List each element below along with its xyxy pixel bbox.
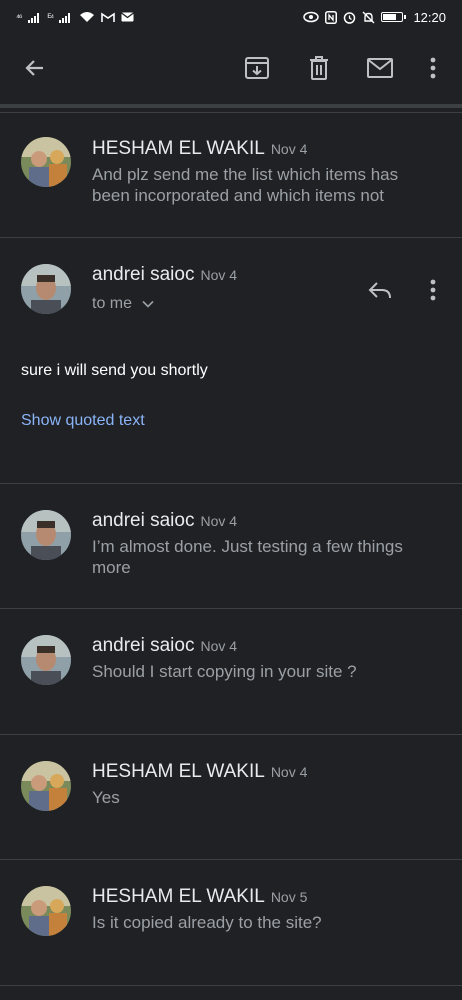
wifi-icon xyxy=(80,12,95,22)
sender-row: andrei saioc Nov 4 xyxy=(92,264,237,286)
signal-bars-icon-2 xyxy=(59,12,71,23)
avatar xyxy=(21,761,71,811)
status-bar: ⁴⁶ ᴱ⁴ 12:20 xyxy=(0,0,462,34)
message-collapsed[interactable]: andrei saioc Nov 4 I’m almost done. Just … xyxy=(0,484,462,609)
message-snippet: Yes xyxy=(92,788,120,807)
more-options-button[interactable] xyxy=(419,54,447,82)
sender-name: andrei saioc xyxy=(92,510,195,531)
avatar-image xyxy=(21,635,71,685)
message-body: sure i will send you shortly xyxy=(21,362,208,379)
message-expanded: andrei saioc Nov 4 to me sure i will send… xyxy=(0,238,462,484)
delete-button[interactable] xyxy=(305,54,333,82)
avatar xyxy=(21,264,71,314)
more-vert-icon xyxy=(430,57,436,79)
message-snippet: Is it copied already to the site? xyxy=(92,913,322,932)
sender-name: andrei saioc xyxy=(92,635,195,656)
sender-row: andrei saioc Nov 4 xyxy=(92,635,237,657)
notifications-off-icon xyxy=(362,11,375,23)
more-vert-icon xyxy=(430,279,436,301)
toolbar xyxy=(0,34,462,104)
message-icon xyxy=(121,12,135,22)
message-date: Nov 5 xyxy=(270,889,308,905)
message-date: Nov 4 xyxy=(200,638,238,654)
back-button[interactable] xyxy=(21,54,49,82)
message-date: Nov 4 xyxy=(200,513,238,529)
avatar xyxy=(21,886,71,936)
gmail-icon xyxy=(101,12,115,22)
chevron-down-icon xyxy=(142,300,155,308)
message-collapsed[interactable]: andrei saioc Nov 4 Should I start copying… xyxy=(0,609,462,735)
avatar-image xyxy=(21,886,71,936)
recipients-toggle[interactable]: to me xyxy=(92,295,155,313)
archive-icon xyxy=(245,57,269,79)
sender-row: andrei saioc Nov 4 xyxy=(92,510,237,532)
avatar-image xyxy=(21,137,71,187)
avatar-image xyxy=(21,510,71,560)
sender-name: HESHAM EL WAKIL xyxy=(92,886,265,907)
sender-name: HESHAM EL WAKIL xyxy=(92,138,265,159)
message-collapsed[interactable]: HESHAM EL WAKIL Nov 4 And plz send me the… xyxy=(0,113,462,238)
message-snippet: I’m almost done. Just testing a few thin… xyxy=(92,537,403,577)
avatar xyxy=(21,635,71,685)
mail-icon xyxy=(367,58,393,78)
mark-unread-button[interactable] xyxy=(366,54,394,82)
avatar-image xyxy=(21,264,71,314)
message-date: Nov 4 xyxy=(200,267,238,283)
battery-icon xyxy=(381,12,407,22)
archive-button[interactable] xyxy=(243,54,271,82)
sender-name: andrei saioc xyxy=(92,264,195,285)
clock-time: 12:20 xyxy=(413,9,446,25)
avatar xyxy=(21,510,71,560)
avatar-image xyxy=(21,761,71,811)
sender-row: HESHAM EL WAKIL Nov 5 xyxy=(92,886,307,908)
alarm-icon xyxy=(344,11,356,24)
avatar xyxy=(21,137,71,187)
message-collapsed[interactable]: HESHAM EL WAKIL Nov 5 Is it copied alread… xyxy=(0,860,462,986)
status-right: 12:20 xyxy=(303,10,446,25)
message-date: Nov 4 xyxy=(270,141,308,157)
signal-bars-icon xyxy=(27,12,39,23)
reply-button[interactable] xyxy=(366,276,394,304)
message-date: Nov 4 xyxy=(270,764,308,780)
eye-icon xyxy=(303,11,320,23)
recipients-label: to me xyxy=(92,295,133,312)
show-quoted-text-link[interactable]: Show quoted text xyxy=(21,412,145,430)
trash-icon xyxy=(310,56,328,80)
signal-icon-2: ᴱ⁴ xyxy=(47,12,54,22)
signal-icon: ⁴⁶ xyxy=(16,12,23,22)
status-left: ⁴⁶ ᴱ⁴ xyxy=(16,11,135,23)
arrow-left-icon xyxy=(25,60,43,76)
sender-row: HESHAM EL WAKIL Nov 4 xyxy=(92,761,307,783)
reply-icon xyxy=(368,282,391,299)
sender-name: HESHAM EL WAKIL xyxy=(92,761,265,782)
message-collapsed[interactable]: HESHAM EL WAKIL Nov 4 Yes xyxy=(0,735,462,860)
nfc-icon xyxy=(325,10,338,24)
toolbar-divider xyxy=(0,104,462,108)
sender-row: HESHAM EL WAKIL Nov 4 xyxy=(92,138,307,160)
message-snippet: And plz send me the list which items has… xyxy=(92,165,399,205)
message-more-button[interactable] xyxy=(419,276,447,304)
message-snippet: Should I start copying in your site ? xyxy=(92,662,357,681)
